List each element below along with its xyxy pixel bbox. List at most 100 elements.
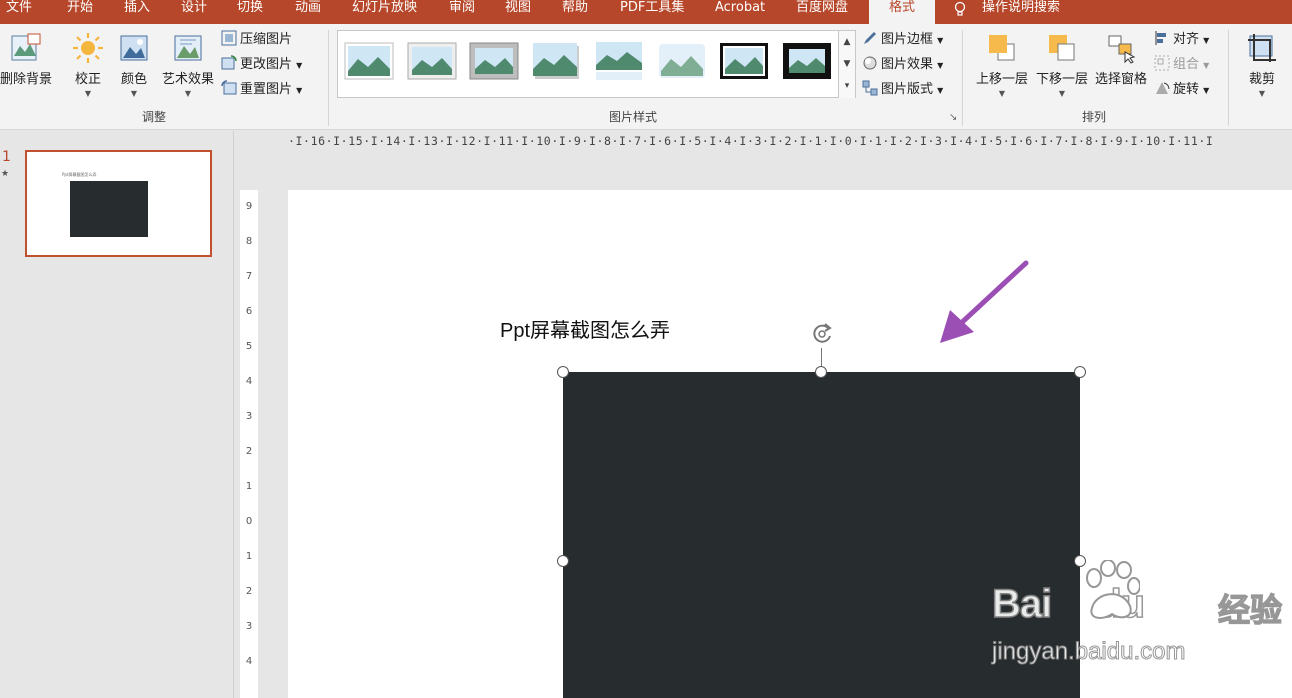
gallery-more[interactable]: ▾: [838, 75, 855, 98]
resize-handle-top-right[interactable]: [1074, 366, 1086, 378]
tab-transitions[interactable]: 切换: [237, 0, 263, 24]
vertical-ruler: 9 8 7 6 5 4 3 2 1 0 1 2 3 4: [240, 190, 258, 698]
ruler-tick: 6: [245, 306, 253, 317]
artistic-effects-label: 艺术效果: [161, 72, 214, 87]
picture-border-button[interactable]: 图片边框 ▼: [862, 29, 943, 51]
thumbnail-picture: [70, 181, 148, 237]
picture-style-soft-edge[interactable]: [657, 41, 707, 81]
resize-handle-top-center[interactable]: [815, 366, 827, 378]
slide-thumbnail[interactable]: Ppt屏幕截图怎么弄: [25, 150, 212, 257]
align-icon: [1155, 31, 1166, 45]
compress-pictures-button[interactable]: 压缩图片: [221, 29, 292, 51]
picture-style-thick-black-frame[interactable]: [782, 41, 832, 81]
group-label-picture-styles: 图片样式: [609, 110, 658, 124]
horizontal-ruler: ·I·16·I·15·I·14·I·13·I·12·I·11·I·10·I·9·…: [288, 131, 1292, 151]
selection-pane-label: 选择窗格: [1094, 72, 1147, 87]
slide-thumbnail-panel: 1 ★ Ppt屏幕截图怎么弄: [0, 131, 234, 698]
picture-style-beveled-matte[interactable]: [407, 41, 457, 81]
chevron-down-icon: ▼: [84, 89, 92, 98]
rotate-button[interactable]: 旋转 ▼: [1154, 79, 1209, 101]
group-separator: [962, 30, 963, 126]
artistic-effects-button[interactable]: 艺术效果 ▼: [160, 32, 216, 98]
gallery-scroll-up[interactable]: ▲: [838, 31, 855, 53]
change-picture-button[interactable]: 更改图片 ▼: [221, 54, 302, 76]
picture-style-reflected[interactable]: [594, 41, 644, 81]
bring-forward-button[interactable]: 上移一层 ▼: [974, 32, 1030, 98]
chevron-down-icon: ▼: [1203, 86, 1210, 95]
watermark-url: jingyan.baidu.com: [991, 638, 1186, 666]
tab-help[interactable]: 帮助: [562, 0, 588, 24]
tab-animations[interactable]: 动画: [295, 0, 321, 24]
remove-background-button[interactable]: 删除背景: [0, 32, 54, 87]
chevron-down-icon: ▼: [1203, 36, 1210, 45]
tab-review[interactable]: 审阅: [449, 0, 475, 24]
chevron-down-icon: ▼: [998, 89, 1006, 98]
tab-home[interactable]: 开始: [67, 0, 93, 24]
layout-icon: [862, 80, 878, 96]
remove-background-label: 删除背景: [0, 72, 52, 87]
crop-icon: [1248, 34, 1276, 62]
picture-style-black-frame[interactable]: [719, 41, 769, 81]
tab-insert[interactable]: 插入: [124, 0, 150, 24]
tab-file[interactable]: 文件: [6, 0, 32, 24]
reset-picture-label: 重置图片: [240, 82, 293, 97]
baidu-jingyan-watermark: Baidu 经验 jingyan.baidu.com: [990, 560, 1283, 670]
ruler-tick: 7: [245, 271, 253, 282]
send-backward-icon: [1049, 35, 1075, 61]
corrections-label: 校正: [74, 72, 101, 87]
chevron-down-icon: ▼: [296, 86, 303, 95]
tab-format[interactable]: 格式: [869, 0, 935, 24]
chevron-down-icon: ▼: [937, 86, 944, 95]
tab-baidu-netdisk[interactable]: 百度网盘: [796, 0, 848, 24]
baidu-paw-logo-icon: [1086, 560, 1140, 619]
gallery-scroll-down[interactable]: ▼: [838, 53, 855, 75]
change-picture-icon: [221, 55, 237, 70]
picture-style-drop-shadow[interactable]: [532, 41, 582, 81]
picture-styles-gallery[interactable]: [337, 30, 856, 98]
picture-style-metal-frame[interactable]: [469, 41, 519, 81]
reset-picture-button[interactable]: 重置图片 ▼: [221, 79, 302, 101]
compress-pictures-label: 压缩图片: [240, 32, 293, 47]
picture-style-simple-frame[interactable]: [344, 41, 394, 81]
group-separator: [1228, 30, 1229, 126]
slide-title-text[interactable]: Ppt屏幕截图怎么弄: [500, 314, 670, 343]
tab-acrobat[interactable]: Acrobat: [715, 0, 765, 24]
chevron-down-icon: ▼: [1058, 89, 1066, 98]
resize-handle-middle-left[interactable]: [557, 555, 569, 567]
remove-background-icon: [11, 33, 41, 61]
sun-icon: [73, 33, 103, 63]
slide-number: 1: [2, 149, 11, 165]
chevron-down-icon: ▼: [296, 61, 303, 70]
ruler-tick: 8: [245, 236, 253, 247]
dialog-launcher-icon[interactable]: ↘: [949, 112, 957, 123]
transition-star-icon: ★: [1, 169, 10, 179]
align-button[interactable]: 对齐 ▼: [1154, 29, 1209, 51]
tab-design[interactable]: 设计: [181, 0, 207, 24]
picture-layout-button[interactable]: 图片版式 ▼: [862, 79, 943, 101]
pen-icon: [864, 32, 876, 44]
ruler-tick: 5: [245, 341, 253, 352]
ruler-tick: 1: [245, 481, 253, 492]
tab-slideshow[interactable]: 幻灯片放映: [352, 0, 417, 24]
picture-effects-label: 图片效果: [881, 57, 934, 72]
artistic-effects-icon: [174, 35, 202, 61]
crop-button[interactable]: 裁剪 ▼: [1242, 32, 1282, 98]
color-button[interactable]: 颜色 ▼: [116, 32, 152, 98]
selection-pane-button[interactable]: 选择窗格: [1093, 32, 1149, 87]
group-objects-button[interactable]: 组合 ▼: [1154, 54, 1209, 76]
picture-border-label: 图片边框: [881, 32, 934, 47]
lightbulb-icon[interactable]: [952, 1, 968, 17]
chevron-down-icon: ▼: [937, 61, 944, 70]
reset-picture-icon: [221, 80, 237, 95]
color-label: 颜色: [120, 72, 147, 87]
resize-handle-top-left[interactable]: [557, 366, 569, 378]
corrections-button[interactable]: 校正 ▼: [70, 32, 106, 98]
rotate-handle-icon[interactable]: [808, 320, 836, 348]
picture-effects-button[interactable]: 图片效果 ▼: [862, 54, 943, 76]
send-backward-button[interactable]: 下移一层 ▼: [1034, 32, 1090, 98]
tab-view[interactable]: 视图: [505, 0, 531, 24]
tell-me-search[interactable]: 操作说明搜索: [982, 0, 1060, 24]
group-separator: [328, 30, 329, 126]
tab-pdf-tools[interactable]: PDF工具集: [620, 0, 684, 24]
watermark-jingyan: 经验: [1217, 590, 1283, 629]
